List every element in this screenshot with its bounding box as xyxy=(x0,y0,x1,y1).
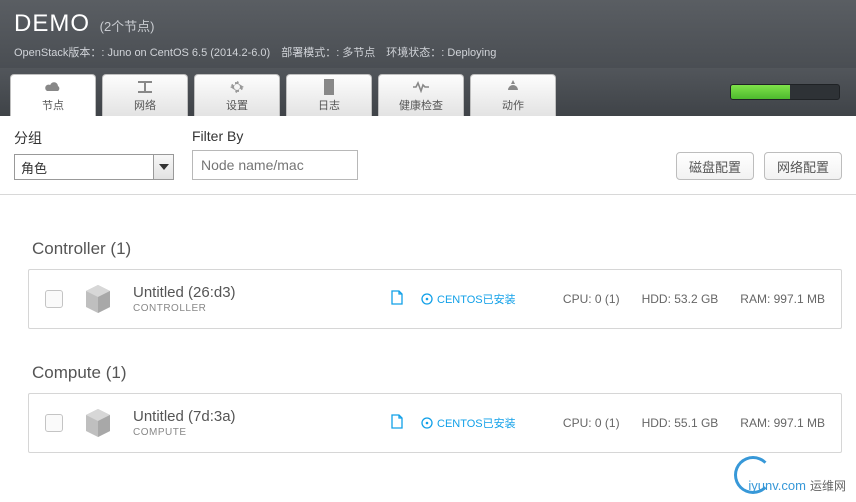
ram-stat: RAM: 997.1 MB xyxy=(740,416,825,430)
network-icon xyxy=(136,78,154,96)
tab-label: 日志 xyxy=(318,97,340,113)
gear-icon xyxy=(228,78,246,96)
disk-config-button[interactable]: 磁盘配置 xyxy=(676,152,754,180)
role-section-controller: Controller (1) Untitled (26:d3) CONTROLL… xyxy=(14,239,842,329)
env-meta: OpenStack版本：: Juno on CentOS 6.5 (2014.2… xyxy=(14,44,842,60)
os-text: CENTOS已安装 xyxy=(437,415,516,431)
heart-icon xyxy=(412,78,430,96)
toolbar: 分组 角色 Filter By 磁盘配置 网络配置 xyxy=(0,116,856,195)
node-name: Untitled (26:d3) xyxy=(133,284,373,301)
cloud-icon xyxy=(44,78,62,96)
tab-label: 健康检查 xyxy=(399,97,443,113)
hdd-stat: HDD: 55.1 GB xyxy=(642,416,719,430)
progress-fill xyxy=(731,85,790,99)
tab-label: 设置 xyxy=(226,97,248,113)
tab-network[interactable]: 网络 xyxy=(102,74,188,116)
progress-bar xyxy=(730,84,840,100)
hdd-stat: HDD: 53.2 GB xyxy=(642,292,719,306)
watermark-text: iyunv.com xyxy=(748,478,806,493)
os-link[interactable]: CENTOS已安装 xyxy=(421,291,541,307)
node-card: Untitled (7d:3a) COMPUTE CENTOS已安装 CPU: … xyxy=(28,393,842,453)
document-icon[interactable] xyxy=(391,290,403,308)
env-subtitle: (2个节点) xyxy=(100,19,155,34)
role-title: Compute (1) xyxy=(14,363,842,383)
network-config-button[interactable]: 网络配置 xyxy=(764,152,842,180)
filter-input[interactable] xyxy=(192,150,358,180)
os-link[interactable]: CENTOS已安装 xyxy=(421,415,541,431)
node-checkbox[interactable] xyxy=(45,290,63,308)
tab-logs[interactable]: 日志 xyxy=(286,74,372,116)
watermark-cn: 运维网 xyxy=(810,477,846,494)
tab-nodes[interactable]: 节点 xyxy=(10,74,96,116)
node-name: Untitled (7d:3a) xyxy=(133,408,373,425)
node-role: CONTROLLER xyxy=(133,303,373,314)
document-icon[interactable] xyxy=(391,414,403,432)
cpu-stat: CPU: 0 (1) xyxy=(563,416,620,430)
server-icon xyxy=(81,282,115,316)
ram-stat: RAM: 997.1 MB xyxy=(740,292,825,306)
tabbar: 节点 网络 设置 日志 健康检查 动作 xyxy=(0,68,856,116)
tab-settings[interactable]: 设置 xyxy=(194,74,280,116)
group-by-label: 分组 xyxy=(14,128,174,148)
role-section-compute: Compute (1) Untitled (7d:3a) COMPUTE CEN… xyxy=(14,363,842,453)
tab-label: 网络 xyxy=(134,97,156,113)
env-title: DEMO xyxy=(14,10,90,38)
tab-actions[interactable]: 动作 xyxy=(470,74,556,116)
node-role: COMPUTE xyxy=(133,427,373,438)
disc-icon xyxy=(421,417,433,429)
content: Controller (1) Untitled (26:d3) CONTROLL… xyxy=(0,195,856,463)
server-icon xyxy=(81,406,115,440)
group-by-value: 角色 xyxy=(15,155,153,179)
node-card: Untitled (26:d3) CONTROLLER CENTOS已安装 CP… xyxy=(28,269,842,329)
header: DEMO (2个节点) OpenStack版本：: Juno on CentOS… xyxy=(0,0,856,68)
bolt-icon xyxy=(504,78,522,96)
log-icon xyxy=(320,78,338,96)
node-stats: CPU: 0 (1) HDD: 53.2 GB RAM: 997.1 MB xyxy=(563,292,825,306)
tab-health[interactable]: 健康检查 xyxy=(378,74,464,116)
watermark: iyunv.com 运维网 xyxy=(748,477,846,494)
role-title: Controller (1) xyxy=(14,239,842,259)
node-checkbox[interactable] xyxy=(45,414,63,432)
disc-icon xyxy=(421,293,433,305)
group-by-select[interactable]: 角色 xyxy=(14,154,174,180)
tab-label: 动作 xyxy=(502,97,524,113)
node-stats: CPU: 0 (1) HDD: 55.1 GB RAM: 997.1 MB xyxy=(563,416,825,430)
filter-by-label: Filter By xyxy=(192,128,358,144)
chevron-down-icon[interactable] xyxy=(153,155,173,179)
cpu-stat: CPU: 0 (1) xyxy=(563,292,620,306)
os-text: CENTOS已安装 xyxy=(437,291,516,307)
deploy-progress xyxy=(730,84,840,100)
tab-label: 节点 xyxy=(42,97,64,113)
